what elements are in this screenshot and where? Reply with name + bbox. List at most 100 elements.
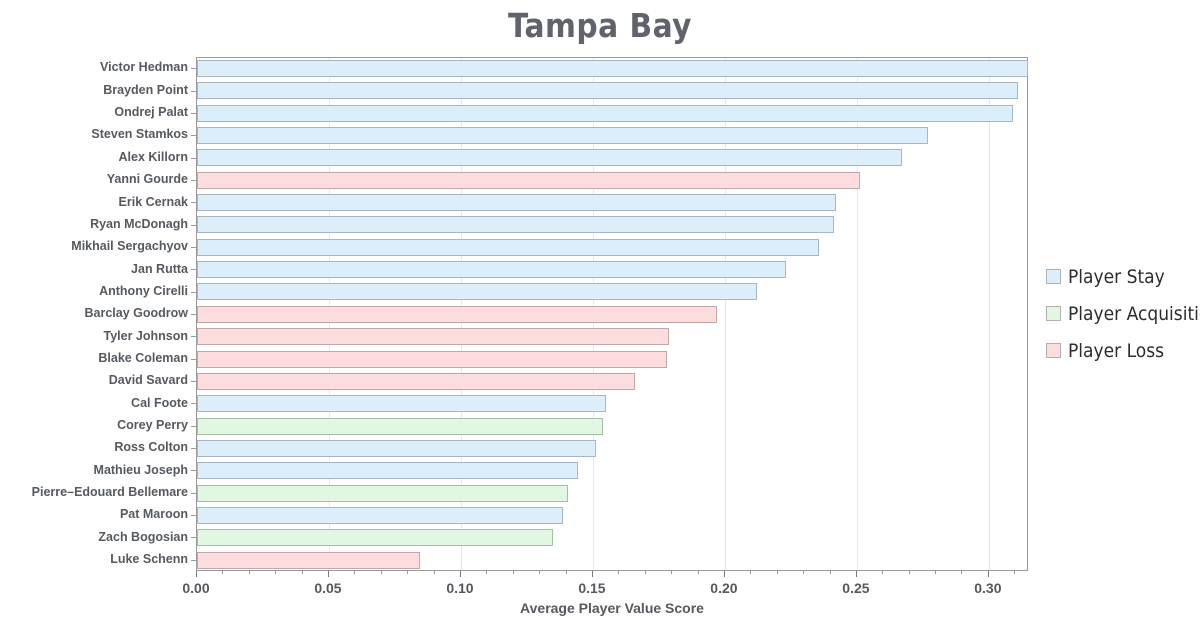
x-axis-minor-tick: [829, 571, 831, 574]
x-axis-minor-tick: [750, 571, 752, 574]
x-axis-minor-tick: [407, 571, 409, 574]
y-axis-label: Mikhail Sergachyov: [71, 239, 188, 254]
bar: [197, 462, 579, 480]
x-axis-tick-label: 0.15: [578, 580, 606, 596]
x-axis-tick: [855, 571, 857, 577]
bar: [197, 529, 554, 547]
bar: [197, 149, 902, 167]
x-axis-minor-tick: [565, 571, 567, 574]
x-axis-minor-tick: [882, 571, 884, 574]
x-axis-minor-tick: [380, 571, 382, 574]
bar: [197, 60, 1029, 77]
x-axis-minor-tick: [618, 571, 620, 574]
y-axis-label: Blake Coleman: [98, 350, 188, 365]
chart-legend: Player Stay Player Acquisition Player Loss: [1046, 258, 1200, 369]
y-axis-label: Corey Perry: [117, 417, 188, 432]
x-axis-minor-tick: [222, 571, 224, 574]
x-axis-minor-tick: [539, 571, 541, 574]
bar-row: [197, 326, 1029, 348]
y-axis-label: Zach Bogosian: [98, 529, 188, 544]
chart-title: Tampa Bay: [507, 6, 693, 45]
y-axis-label: Pat Maroon: [119, 507, 188, 522]
bar-row: [197, 416, 1029, 438]
y-axis-label: Ondrej Palat: [114, 105, 188, 120]
x-axis-minor-tick: [908, 571, 910, 574]
x-axis-tick: [459, 571, 461, 577]
y-axis-label: Steven Stamkos: [91, 127, 188, 142]
bar-row: [197, 393, 1029, 415]
bar-row: [197, 103, 1029, 125]
bar-row: [197, 438, 1029, 460]
y-axis-label: Ross Colton: [114, 440, 188, 455]
x-axis-tick-label: 0.05: [314, 580, 342, 596]
bar: [197, 417, 604, 435]
x-axis-minor-tick: [512, 571, 514, 574]
bar: [197, 372, 636, 390]
legend-item-stay[interactable]: Player Stay: [1046, 258, 1200, 295]
bar: [197, 171, 860, 189]
y-axis-label: Cal Foote: [131, 395, 188, 410]
y-axis-label: David Savard: [108, 373, 188, 388]
y-axis-label: Anthony Cirelli: [99, 283, 188, 298]
legend-swatch-icon: [1046, 306, 1061, 321]
legend-label: Player Stay: [1068, 265, 1165, 288]
x-axis-minor-tick: [644, 571, 646, 574]
y-axis-label: Victor Hedman: [100, 60, 188, 75]
bar: [197, 551, 421, 569]
bar-row: [197, 80, 1029, 102]
x-axis-minor-tick: [697, 571, 699, 574]
y-axis-label: Erik Cernak: [118, 194, 188, 209]
x-axis-minor-tick: [961, 571, 963, 574]
x-axis-tick-label: 0.25: [842, 580, 870, 596]
x-axis-minor-tick: [671, 571, 673, 574]
x-axis-label: Average Player Value Score: [520, 600, 704, 616]
bar-row: [197, 281, 1029, 303]
bar: [197, 127, 929, 145]
bar: [197, 328, 670, 346]
y-axis-label: Luke Schenn: [110, 552, 188, 567]
y-axis-label: Alex Killorn: [118, 149, 188, 164]
legend-label: Player Loss: [1068, 339, 1165, 362]
x-axis-minor-tick: [935, 571, 937, 574]
bar: [197, 506, 563, 524]
legend-item-acquisition[interactable]: Player Acquisition: [1046, 295, 1200, 332]
y-axis-label: Brayden Point: [103, 82, 188, 97]
bar: [197, 484, 568, 502]
bar: [197, 261, 786, 279]
bar-row: [197, 483, 1029, 505]
bar: [197, 238, 819, 256]
x-axis-minor-tick: [803, 571, 805, 574]
x-axis-tick-label: 0.00: [182, 580, 210, 596]
bar-row: [197, 304, 1029, 326]
x-axis-minor-tick: [275, 571, 277, 574]
bar-row: [197, 125, 1029, 147]
y-axis-label: Jan Rutta: [131, 261, 188, 276]
x-axis-minor-tick: [354, 571, 356, 574]
bar: [197, 82, 1018, 100]
bar: [197, 216, 835, 234]
x-axis-minor-tick: [248, 571, 250, 574]
x-axis-minor-tick: [301, 571, 303, 574]
x-axis-tick: [723, 571, 725, 577]
y-axis-label: Mathieu Joseph: [93, 462, 188, 477]
bar-row: [197, 214, 1029, 236]
bar: [197, 350, 667, 368]
x-axis-minor-tick: [1014, 571, 1016, 574]
bar: [197, 439, 596, 457]
plot-area: [196, 57, 1029, 572]
legend-item-loss[interactable]: Player Loss: [1046, 332, 1200, 369]
x-axis-minor-tick: [486, 571, 488, 574]
y-axis-label: Barclay Goodrow: [84, 306, 189, 321]
y-axis-label: Ryan McDonagh: [90, 216, 188, 231]
legend-label: Player Acquisition: [1068, 302, 1200, 325]
bar: [197, 194, 836, 212]
bar-row: [197, 371, 1029, 393]
bar-row: [197, 550, 1029, 572]
bar-row: [197, 170, 1029, 192]
bar-row: [197, 349, 1029, 371]
bar: [197, 283, 757, 301]
x-axis-tick: [327, 571, 329, 577]
y-axis-label: Yanni Gourde: [106, 172, 188, 187]
bar-row: [197, 505, 1029, 527]
x-axis-minor-tick: [776, 571, 778, 574]
